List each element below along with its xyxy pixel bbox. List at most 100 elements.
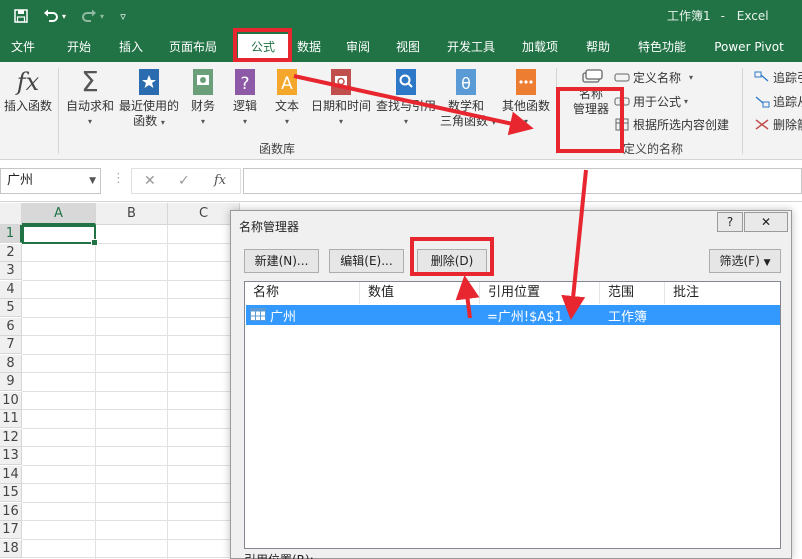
tab-special-features[interactable]: 特色功能 bbox=[632, 32, 692, 62]
logical-button[interactable]: ? 逻辑 ▾ bbox=[228, 67, 262, 129]
row-header[interactable]: 12 bbox=[0, 428, 22, 447]
gridline bbox=[22, 372, 262, 373]
filter-label: 筛选(F) bbox=[719, 254, 760, 268]
row-header[interactable]: 9 bbox=[0, 373, 22, 391]
active-cell-a1[interactable] bbox=[22, 225, 98, 246]
help-button[interactable]: ? bbox=[717, 212, 743, 232]
name-box[interactable]: 广州 ▼ bbox=[0, 168, 101, 194]
column-header-a[interactable]: A bbox=[22, 203, 96, 225]
row-header[interactable]: 13 bbox=[0, 447, 22, 465]
svg-text:A: A bbox=[281, 74, 293, 94]
chevron-down-icon: ▾ bbox=[491, 118, 496, 127]
other-functions-label: 其他函数 bbox=[501, 99, 550, 113]
chevron-down-icon: ▾ bbox=[284, 117, 289, 126]
chevron-down-icon: ▾ bbox=[403, 117, 408, 126]
define-name-button[interactable]: 定义名称 ▾ bbox=[614, 69, 693, 86]
gridline bbox=[22, 316, 262, 318]
redo-dropdown-icon[interactable]: ▾ bbox=[96, 6, 108, 26]
row-header[interactable]: 15 bbox=[0, 484, 22, 502]
row-header[interactable]: 6 bbox=[0, 317, 22, 336]
remove-arrows-button[interactable]: 删除箭 bbox=[754, 116, 802, 133]
trace-precedents-button[interactable]: 追踪引 bbox=[754, 69, 802, 86]
row-header[interactable]: 16 bbox=[0, 502, 22, 521]
tab-review[interactable]: 审阅 bbox=[338, 32, 378, 62]
gridline bbox=[22, 298, 262, 299]
row-header[interactable]: 10 bbox=[0, 391, 22, 410]
math-trig-button[interactable]: θ 数学和 三角函数 ▾ bbox=[440, 67, 496, 130]
row-header[interactable]: 4 bbox=[0, 280, 22, 299]
ribbon-tabs: 文件 开始 插入 页面布局 公式 数据 审阅 视图 开发工具 加载项 帮助 特色… bbox=[0, 32, 802, 62]
customize-qat-icon[interactable]: ▿ bbox=[112, 6, 134, 26]
undo-dropdown-icon[interactable]: ▾ bbox=[58, 6, 70, 26]
list-item[interactable]: 广州 =广州!$A$1 工作簿 bbox=[246, 305, 780, 325]
recently-used-label-2: 函数 bbox=[133, 114, 158, 128]
text-book-icon: A bbox=[273, 67, 301, 97]
chevron-down-icon[interactable]: ▼ bbox=[89, 169, 96, 193]
row-header[interactable]: 17 bbox=[0, 521, 22, 539]
row-header[interactable]: 1 bbox=[0, 225, 22, 243]
tab-data[interactable]: 数据 bbox=[292, 32, 326, 62]
tab-help[interactable]: 帮助 bbox=[578, 32, 618, 62]
tab-home[interactable]: 开始 bbox=[56, 32, 102, 62]
gridline bbox=[22, 464, 262, 466]
use-in-formula-button[interactable]: fx 用于公式 ▾ bbox=[614, 93, 688, 110]
remove-arrows-label: 删除箭 bbox=[773, 118, 802, 132]
row-header[interactable]: 11 bbox=[0, 410, 22, 428]
app-name: Excel bbox=[736, 9, 769, 23]
magnifier-book-icon bbox=[392, 67, 420, 97]
save-icon[interactable] bbox=[10, 6, 32, 26]
insert-function-button[interactable]: fx 插入函数 bbox=[3, 67, 53, 114]
tab-power-pivot[interactable]: Power Pivot bbox=[706, 32, 792, 62]
tab-file[interactable]: 文件 bbox=[0, 32, 46, 62]
tab-view[interactable]: 视图 bbox=[388, 32, 428, 62]
trace-dependents-button[interactable]: 追踪从 bbox=[754, 93, 802, 110]
row-header[interactable]: 2 bbox=[0, 243, 22, 262]
formula-bar: 广州 ▼ ⋮ ✕ ✓ fx bbox=[0, 160, 802, 202]
financial-button[interactable]: 财务 ▾ bbox=[186, 67, 220, 129]
column-header-refers-to[interactable]: 引用位置 bbox=[480, 282, 600, 304]
column-header-name[interactable]: 名称 bbox=[245, 282, 360, 304]
column-header-b[interactable]: B bbox=[96, 203, 168, 225]
edit-button[interactable]: 编辑(E)... bbox=[329, 249, 404, 273]
datetime-button[interactable]: 日期和时间 ▾ bbox=[310, 67, 372, 129]
gridline bbox=[22, 501, 262, 503]
column-header-value[interactable]: 数值 bbox=[360, 282, 480, 304]
select-all-corner[interactable] bbox=[0, 203, 22, 225]
recently-used-button[interactable]: 最近使用的 函数 ▾ bbox=[118, 67, 180, 130]
enter-icon[interactable]: ✓ bbox=[178, 173, 190, 189]
cancel-icon[interactable]: ✕ bbox=[144, 173, 156, 189]
create-from-selection-button[interactable]: 根据所选内容创建 bbox=[614, 116, 729, 133]
gridline bbox=[22, 446, 262, 447]
gridline bbox=[167, 225, 168, 559]
lookup-button[interactable]: 查找与引用 ▾ bbox=[374, 67, 438, 129]
tab-page-layout[interactable]: 页面布局 bbox=[163, 32, 223, 62]
row-header[interactable]: 18 bbox=[0, 539, 22, 558]
close-button[interactable]: ✕ bbox=[744, 212, 788, 232]
text-button[interactable]: A 文本 ▾ bbox=[270, 67, 304, 129]
datetime-label: 日期和时间 bbox=[310, 99, 371, 113]
theta-book-icon: θ bbox=[452, 67, 480, 97]
formula-input[interactable] bbox=[243, 168, 802, 194]
tab-developer[interactable]: 开发工具 bbox=[440, 32, 502, 62]
sigma-icon: Σ bbox=[81, 65, 99, 98]
row-header[interactable]: 3 bbox=[0, 262, 22, 280]
names-list[interactable]: 名称 数值 引用位置 范围 批注 广州 =广州!$A$1 工作簿 bbox=[244, 281, 781, 549]
row-header[interactable]: 5 bbox=[0, 299, 22, 317]
row-header[interactable]: 14 bbox=[0, 465, 22, 484]
trace-precedents-label: 追踪引 bbox=[773, 71, 802, 85]
row-header[interactable]: 8 bbox=[0, 354, 22, 373]
insert-function-fx-icon[interactable]: fx bbox=[214, 173, 226, 188]
filter-button[interactable]: 筛选(F) ▼ bbox=[709, 249, 781, 273]
new-button[interactable]: 新建(N)... bbox=[244, 249, 319, 273]
tab-insert[interactable]: 插入 bbox=[108, 32, 154, 62]
tab-addins[interactable]: 加载项 bbox=[515, 32, 565, 62]
create-from-selection-label: 根据所选内容创建 bbox=[633, 118, 730, 132]
trace-dependents-icon bbox=[754, 95, 770, 108]
autosum-button[interactable]: Σ 自动求和 ▾ bbox=[64, 67, 116, 129]
formula-bar-grip-icon: ⋮ bbox=[112, 171, 125, 186]
column-header-scope[interactable]: 范围 bbox=[600, 282, 665, 304]
name-box-value: 广州 bbox=[7, 173, 34, 188]
other-functions-button[interactable]: 其他函数 ▾ bbox=[500, 67, 552, 129]
row-header[interactable]: 7 bbox=[0, 336, 22, 354]
column-header-comment[interactable]: 批注 bbox=[665, 282, 781, 304]
